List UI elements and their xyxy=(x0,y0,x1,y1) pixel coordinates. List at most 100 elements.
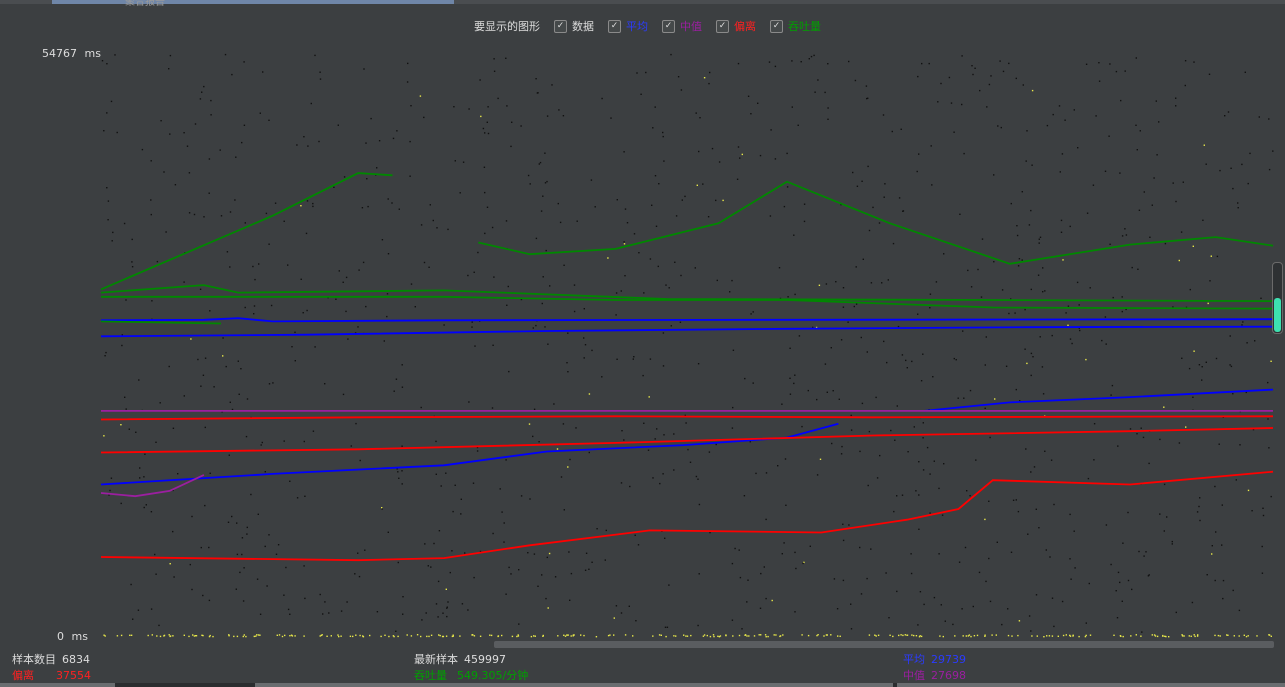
data-point xyxy=(241,553,243,556)
data-point xyxy=(410,283,413,285)
data-point xyxy=(690,634,692,637)
data-point xyxy=(302,312,304,314)
data-point xyxy=(765,518,767,521)
data-point xyxy=(1017,634,1019,637)
data-point xyxy=(866,351,868,353)
data-point xyxy=(1030,471,1032,473)
data-point xyxy=(649,358,652,360)
data-point xyxy=(1206,574,1208,576)
data-point xyxy=(896,405,898,407)
data-point xyxy=(680,274,682,277)
data-point xyxy=(486,121,488,123)
data-point xyxy=(850,603,852,605)
data-point xyxy=(387,198,389,200)
data-point xyxy=(354,573,356,575)
data-point xyxy=(563,634,565,636)
data-point xyxy=(1070,578,1072,580)
data-point xyxy=(447,228,449,231)
data-point xyxy=(632,635,634,637)
data-point xyxy=(114,54,116,56)
data-point xyxy=(1085,622,1087,624)
data-point xyxy=(1153,177,1155,179)
data-point xyxy=(303,565,305,567)
data-point xyxy=(867,165,869,168)
data-point xyxy=(922,422,924,424)
horizontal-scrollbar[interactable] xyxy=(494,641,1274,648)
data-point xyxy=(401,483,403,485)
data-point xyxy=(771,599,773,602)
data-point xyxy=(988,500,990,502)
data-point xyxy=(915,635,918,637)
data-point xyxy=(918,461,920,463)
data-point xyxy=(491,407,494,409)
data-point xyxy=(163,635,165,637)
data-point xyxy=(492,344,494,346)
data-point xyxy=(765,472,768,474)
data-point xyxy=(655,225,658,227)
data-point xyxy=(199,288,202,290)
data-point xyxy=(425,612,427,614)
data-point xyxy=(219,149,221,151)
data-point xyxy=(1022,84,1024,86)
data-point xyxy=(718,161,721,163)
data-point xyxy=(264,471,266,473)
data-point xyxy=(883,196,885,198)
data-point xyxy=(256,578,259,580)
data-point xyxy=(1045,549,1047,551)
data-point xyxy=(850,414,852,417)
zoom-slider[interactable] xyxy=(1272,262,1283,334)
data-point xyxy=(709,71,711,74)
data-point xyxy=(340,635,342,637)
data-point xyxy=(420,635,422,638)
data-point xyxy=(1001,623,1003,626)
data-point xyxy=(213,386,215,388)
data-point xyxy=(950,102,953,104)
data-point xyxy=(452,510,454,513)
data-point xyxy=(564,635,567,637)
data-point xyxy=(1254,340,1256,342)
data-point xyxy=(963,397,965,399)
data-point xyxy=(352,635,354,638)
data-point xyxy=(1192,396,1194,398)
data-point xyxy=(566,634,568,636)
data-point xyxy=(384,634,386,636)
data-point xyxy=(1181,634,1183,636)
data-point xyxy=(287,608,290,611)
data-point xyxy=(147,634,149,637)
data-point xyxy=(138,379,140,381)
data-point xyxy=(200,546,202,549)
data-point xyxy=(197,358,199,361)
data-point xyxy=(428,266,430,268)
data-point xyxy=(737,62,740,65)
data-point xyxy=(446,615,448,618)
data-point xyxy=(1124,70,1126,72)
data-point xyxy=(861,402,864,405)
data-point xyxy=(584,344,587,346)
data-point xyxy=(410,635,413,637)
data-point xyxy=(537,585,539,587)
data-point xyxy=(505,593,507,595)
data-point xyxy=(1122,635,1124,638)
data-point xyxy=(935,281,938,283)
data-point xyxy=(1025,160,1027,162)
data-point xyxy=(169,635,171,638)
data-point xyxy=(186,145,189,147)
data-point xyxy=(904,634,906,636)
data-point xyxy=(235,588,237,590)
data-point xyxy=(709,531,711,534)
data-point xyxy=(1181,357,1183,359)
data-point xyxy=(534,635,536,637)
data-point xyxy=(922,469,925,471)
data-point xyxy=(484,132,486,134)
data-point xyxy=(303,635,305,637)
data-point xyxy=(1171,543,1173,545)
data-point xyxy=(1193,61,1195,63)
data-point xyxy=(999,60,1001,62)
data-point xyxy=(1078,304,1080,306)
data-point xyxy=(388,635,390,638)
data-point xyxy=(467,274,469,277)
data-point xyxy=(125,408,127,410)
data-point xyxy=(121,344,123,347)
data-point xyxy=(680,89,683,91)
data-point xyxy=(1043,636,1045,638)
